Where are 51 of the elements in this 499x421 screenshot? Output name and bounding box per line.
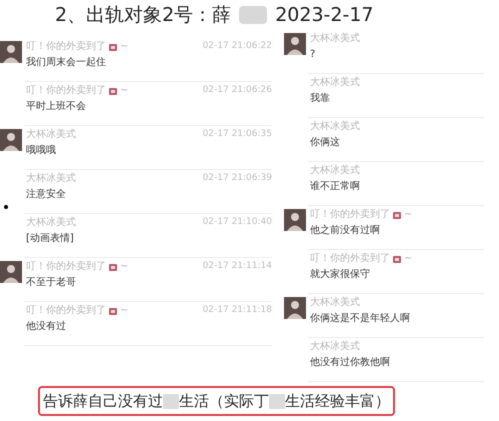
sender-suffix: ~ xyxy=(120,40,128,53)
message-text: 他没有过你教他啊 xyxy=(310,356,391,370)
blurred-area xyxy=(163,394,179,408)
sender-suffix: ~ xyxy=(120,260,128,273)
message-text: 注意安全 xyxy=(26,188,67,202)
message-text: 哦哦哦 xyxy=(26,144,57,158)
sender-suffix: ~ xyxy=(120,84,128,97)
message-time: 02-17 21:06:22 xyxy=(202,40,272,53)
sender-name: 大杯冰美式 xyxy=(310,164,360,177)
sender-name: 大杯冰美式 xyxy=(310,296,360,309)
caption-text: 告诉薛自己没有过 xyxy=(43,390,163,412)
sender-suffix: ~ xyxy=(404,252,412,265)
message-text: 你俩这是不是年轻人啊 xyxy=(310,312,411,326)
sender-name: 大杯冰美式 xyxy=(26,128,76,141)
sender-name: 叮！你的外卖到了 xyxy=(26,260,106,273)
caption-text: 生活经验丰富） xyxy=(285,390,390,412)
message-text: 他之前没有过啊 xyxy=(310,224,381,238)
message-text: 谁不正常啊 xyxy=(310,180,361,194)
caption-text: 生活（实际丁 xyxy=(179,390,269,412)
message-text: 我们周末会一起住 xyxy=(26,56,107,70)
title-text: 2023-2-17 xyxy=(275,2,374,28)
message-time: 02-17 21:06:39 xyxy=(202,172,272,185)
message-text: 不至于老哥 xyxy=(26,276,77,290)
message-text: 平时上班不会 xyxy=(26,100,87,114)
message-time: 02-17 21:11:18 xyxy=(202,304,272,317)
blurred-area xyxy=(269,394,285,408)
sender-name: 叮！你的外卖到了 xyxy=(26,40,106,53)
message-time: 02-17 21:06:35 xyxy=(202,128,272,141)
message-text: 你俩这 xyxy=(310,136,341,150)
message-time: 02-17 21:11:14 xyxy=(202,260,272,273)
message-text: [动画表情] xyxy=(26,232,75,246)
message-text: 我靠 xyxy=(310,92,331,106)
message-text: 就大家很保守 xyxy=(310,268,371,282)
message-text: ? xyxy=(310,48,316,62)
sender-name: 大杯冰美式 xyxy=(310,340,360,353)
message-text: 他没有过 xyxy=(26,320,67,334)
sender-suffix: ~ xyxy=(120,304,128,317)
sender-name: 大杯冰美式 xyxy=(26,172,76,185)
title-text: 2、出轨对象2号：薛 xyxy=(55,2,232,28)
blurred-area xyxy=(239,6,268,24)
sender-name: 叮！你的外卖到了 xyxy=(310,208,390,221)
sender-name: 大杯冰美式 xyxy=(26,216,76,229)
sender-name: 大杯冰美式 xyxy=(310,32,360,45)
sender-name: 大杯冰美式 xyxy=(310,120,360,133)
sender-name: 叮！你的外卖到了 xyxy=(26,304,106,317)
sender-name: 大杯冰美式 xyxy=(310,76,360,89)
sender-name: 叮！你的外卖到了 xyxy=(310,252,390,265)
message-time: 02-17 21:10:40 xyxy=(202,216,272,229)
message-time: 02-17 21:06:26 xyxy=(202,84,272,97)
sender-suffix: ~ xyxy=(404,208,412,221)
sender-name: 叮！你的外卖到了 xyxy=(26,84,106,97)
